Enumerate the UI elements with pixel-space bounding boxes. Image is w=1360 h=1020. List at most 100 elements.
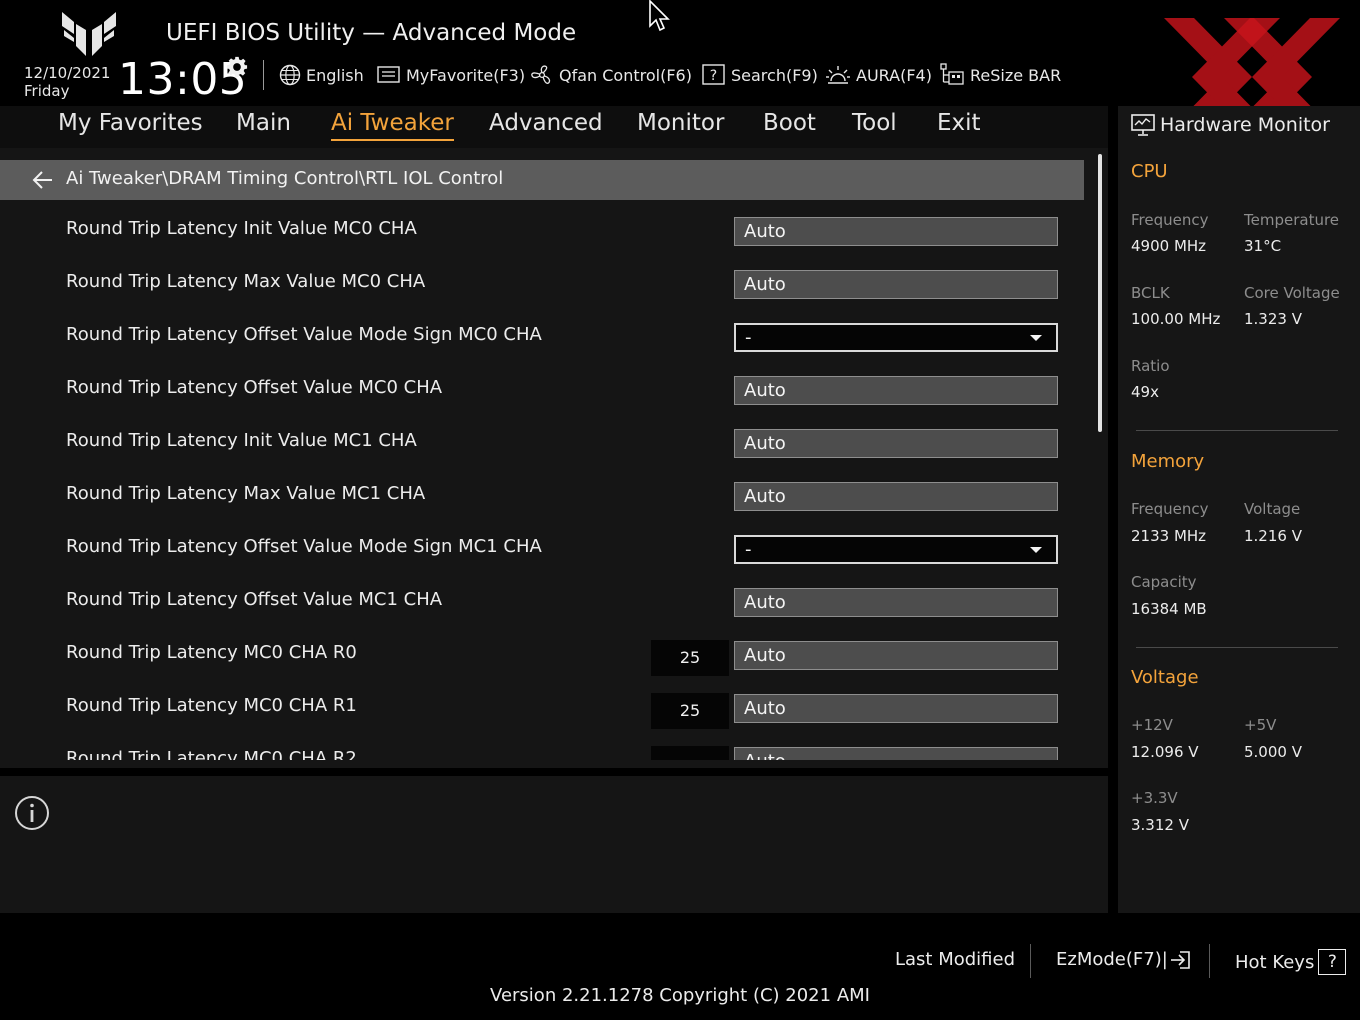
setting-label: Round Trip Latency Offset Value Mode Sig… <box>66 324 542 345</box>
last-modified-button[interactable]: Last Modified <box>895 949 1015 970</box>
cpu-heading: CPU <box>1131 161 1168 182</box>
v5-value: 5.000 V <box>1244 743 1302 761</box>
tab-boot[interactable]: Boot <box>763 110 816 136</box>
date-display: 12/10/2021 <box>24 64 111 82</box>
setting-value-field[interactable]: Auto <box>734 217 1058 246</box>
resize-bar-icon <box>940 63 964 85</box>
app-title: UEFI BIOS Utility — Advanced Mode <box>166 20 577 46</box>
core-voltage-label: Core Voltage <box>1244 284 1340 302</box>
memory-voltage-value: 1.216 V <box>1244 527 1302 545</box>
setting-row[interactable]: Round Trip Latency MC0 CHA R0 25 Auto <box>0 628 1090 681</box>
section-divider <box>1136 647 1338 648</box>
setting-label: Round Trip Latency Offset Value MC1 CHA <box>66 589 443 610</box>
setting-label: Round Trip Latency Max Value MC1 CHA <box>66 483 426 504</box>
setting-value-field[interactable]: Auto <box>734 429 1058 458</box>
setting-value-field[interactable]: Auto <box>734 641 1058 670</box>
setting-select-dropdown[interactable]: - <box>734 535 1058 564</box>
scrollbar-thumb[interactable] <box>1098 154 1102 432</box>
resize-bar-label: ReSize BAR <box>970 65 1062 85</box>
setting-label: Round Trip Latency MC0 CHA R0 <box>66 642 357 663</box>
setting-label: Round Trip Latency MC0 CHA R2 <box>66 748 357 760</box>
info-icon <box>15 796 49 830</box>
setting-row[interactable]: Round Trip Latency Max Value MC1 CHA Aut… <box>0 469 1090 522</box>
tab-ai-tweaker[interactable]: Ai Tweaker <box>331 110 454 141</box>
setting-current-value: 25 <box>651 693 729 729</box>
day-display: Friday <box>24 82 70 100</box>
search-label: Search(F9) <box>731 65 818 85</box>
bclk-value: 100.00 MHz <box>1131 310 1221 328</box>
v12-label: +12V <box>1131 716 1173 734</box>
hot-keys-button[interactable]: Hot Keys ? <box>1235 949 1347 975</box>
setting-value-field[interactable]: Auto <box>734 482 1058 511</box>
setting-row[interactable]: Round Trip Latency MC0 CHA R2 Auto <box>0 734 1090 760</box>
setting-row[interactable]: Round Trip Latency Init Value MC0 CHA Au… <box>0 204 1090 257</box>
setting-value-field[interactable]: Auto <box>734 694 1058 723</box>
setting-row[interactable]: Round Trip Latency Offset Value Mode Sig… <box>0 310 1090 363</box>
svg-text:?: ? <box>710 68 717 84</box>
search-button[interactable]: ? Search(F9) <box>702 64 818 86</box>
chevron-down-icon <box>1030 335 1042 341</box>
cpu-frequency-label: Frequency <box>1131 211 1209 229</box>
setting-label: Round Trip Latency Offset Value Mode Sig… <box>66 536 542 557</box>
aura-label: AURA(F4) <box>856 65 932 85</box>
setting-row[interactable]: Round Trip Latency Offset Value MC0 CHA … <box>0 363 1090 416</box>
clock-settings-gear-icon[interactable] <box>226 56 248 78</box>
header-divider <box>263 60 264 90</box>
ratio-label: Ratio <box>1131 357 1170 375</box>
setting-value-field[interactable]: Auto <box>734 376 1058 405</box>
tab-main[interactable]: Main <box>236 110 291 136</box>
memory-capacity-value: 16384 MB <box>1131 600 1207 618</box>
hot-keys-label: Hot Keys <box>1235 951 1315 973</box>
aura-button[interactable]: AURA(F4) <box>825 64 932 86</box>
core-voltage-value: 1.323 V <box>1244 310 1302 328</box>
back-arrow-icon[interactable] <box>32 170 54 190</box>
setting-row[interactable]: Round Trip Latency Max Value MC0 CHA Aut… <box>0 257 1090 310</box>
help-key-icon: ? <box>1318 949 1347 975</box>
setting-row[interactable]: Round Trip Latency Init Value MC1 CHA Au… <box>0 416 1090 469</box>
memory-voltage-label: Voltage <box>1244 500 1301 518</box>
qfan-control-button[interactable]: Qfan Control(F6) <box>530 64 692 86</box>
cpu-temperature-label: Temperature <box>1244 211 1340 229</box>
setting-label: Round Trip Latency Max Value MC0 CHA <box>66 271 426 292</box>
section-divider <box>1136 430 1338 431</box>
setting-row[interactable]: Round Trip Latency Offset Value MC1 CHA … <box>0 575 1090 628</box>
myfavorite-button[interactable]: MyFavorite(F3) <box>377 64 525 86</box>
v33-value: 3.312 V <box>1131 816 1189 834</box>
tab-monitor[interactable]: Monitor <box>637 110 724 136</box>
ezmode-label: EzMode(F7)| <box>1056 949 1168 970</box>
tab-exit[interactable]: Exit <box>937 110 981 136</box>
fan-icon <box>531 65 551 84</box>
hardware-monitor-title: Hardware Monitor <box>1160 114 1330 136</box>
setting-value-field[interactable]: Auto <box>734 588 1058 617</box>
setting-label: Round Trip Latency Init Value MC1 CHA <box>66 430 417 451</box>
mouse-cursor-icon <box>649 0 670 32</box>
resize-bar-button[interactable]: ReSize BAR <box>939 63 1062 86</box>
aura-light-icon <box>826 66 850 84</box>
language-button[interactable]: English <box>279 64 364 86</box>
qfan-control-label: Qfan Control(F6) <box>559 65 692 85</box>
footer-divider <box>1030 944 1031 978</box>
setting-value-field[interactable]: Auto <box>734 747 1058 760</box>
cpu-frequency-value: 4900 MHz <box>1131 237 1207 255</box>
settings-list: Round Trip Latency Init Value MC0 CHA Au… <box>0 204 1090 760</box>
ezmode-button[interactable]: EzMode(F7)| <box>1056 949 1192 970</box>
footer-divider <box>1209 944 1210 978</box>
monitor-icon <box>1131 114 1155 136</box>
setting-label: Round Trip Latency Offset Value MC0 CHA <box>66 377 443 398</box>
setting-select-value: - <box>745 539 752 560</box>
setting-label: Round Trip Latency MC0 CHA R1 <box>66 695 357 716</box>
version-text: Version 2.21.1278 Copyright (C) 2021 AMI <box>490 985 870 1006</box>
help-info-panel <box>0 776 1108 913</box>
tab-tool[interactable]: Tool <box>852 110 897 136</box>
tab-advanced[interactable]: Advanced <box>489 110 603 136</box>
myfavorite-label: MyFavorite(F3) <box>406 65 526 85</box>
chevron-down-icon <box>1030 547 1042 553</box>
setting-value-field[interactable]: Auto <box>734 270 1058 299</box>
setting-row[interactable]: Round Trip Latency MC0 CHA R1 25 Auto <box>0 681 1090 734</box>
setting-select-dropdown[interactable]: - <box>734 323 1058 352</box>
memory-frequency-value: 2133 MHz <box>1131 527 1207 545</box>
tab-my-favorites[interactable]: My Favorites <box>58 110 203 136</box>
setting-row[interactable]: Round Trip Latency Offset Value Mode Sig… <box>0 522 1090 575</box>
setting-select-value: - <box>745 327 752 348</box>
breadcrumb: Ai Tweaker\DRAM Timing Control\RTL IOL C… <box>66 168 504 189</box>
